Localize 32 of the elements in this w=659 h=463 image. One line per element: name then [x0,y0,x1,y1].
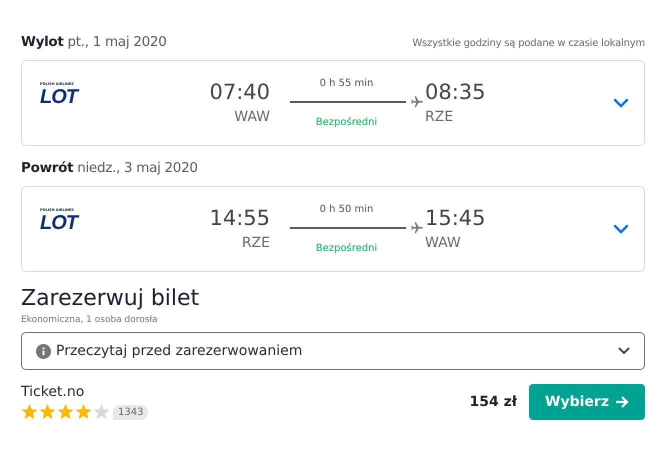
fare-details: Ekonomiczna, 1 osoba dorosła [21,315,159,325]
star-icon [21,404,38,420]
departure-time: 07:40 [209,79,270,106]
info-dropdown[interactable]: Przeczytaj przed zarezerwowaniem [21,332,645,370]
direct-label: Bezpośredni [316,243,378,254]
arrow-icon [614,396,629,408]
price: 154 zł [470,394,517,410]
arrival-time: 08:35 [425,79,486,106]
info-icon [36,344,51,358]
flight-duration: 0 h 55 min [320,78,374,89]
star-icon [57,404,74,420]
leg-heading: Wylot pt., 1 maj 2020 [21,34,166,50]
timezone-note: Wszystkie godziny są podane w czasie lokalnym [412,38,645,49]
direct-label: Bezpośredni [316,117,378,128]
departure-airport: WAW [234,108,270,127]
chevron-icon[interactable] [613,98,629,108]
star-icon [93,404,110,420]
flight-duration: 0 h 50 min [320,204,374,215]
arrival-airport: WAW [425,234,461,253]
star-icon [75,404,92,420]
review-count: 1343 [113,404,148,420]
star-icon [39,404,56,420]
booking-title: Zarezerwuj bilet [21,286,200,312]
arrival-time: 15:45 [425,205,486,232]
departure-airport: RZE [242,234,270,253]
chevron-icon[interactable] [613,224,629,234]
leg-heading: Powrót niedz., 3 maj 2020 [21,160,198,176]
provider-name: Ticket.no [21,384,86,400]
plane-icon [410,95,424,109]
plane-icon [410,221,424,235]
arrival-airport: RZE [425,108,454,127]
departure-time: 14:55 [209,205,270,232]
